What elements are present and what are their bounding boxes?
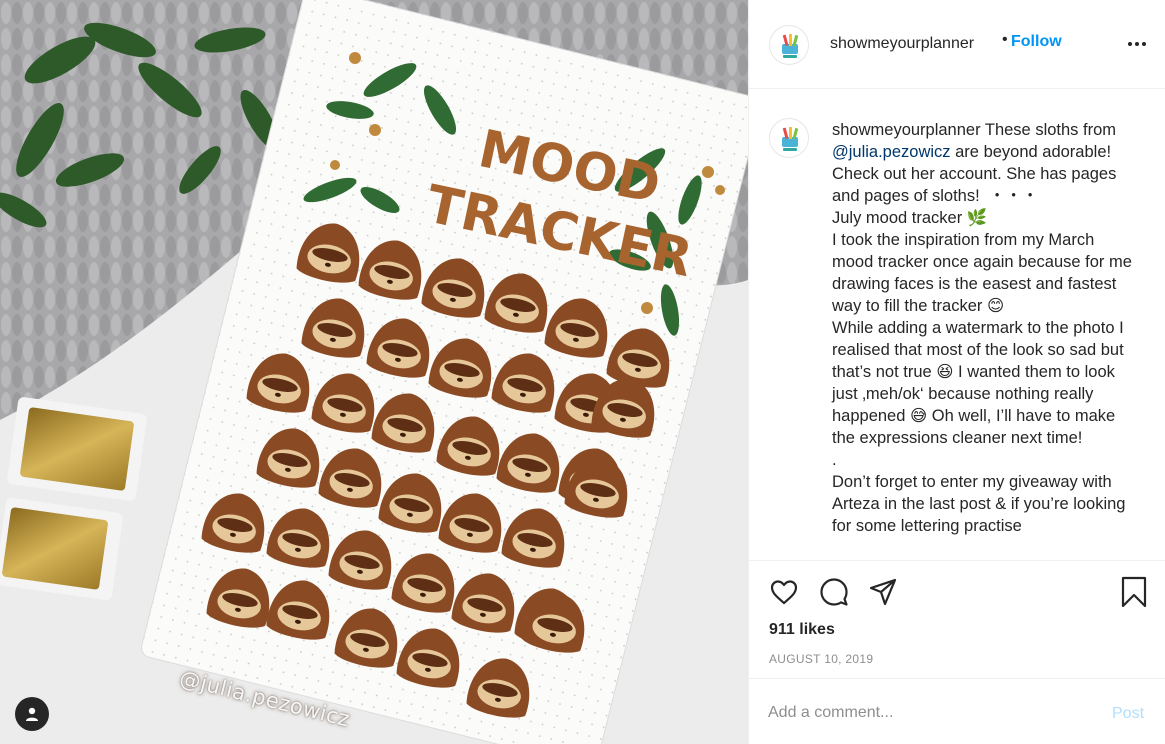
comment-box: Post [749,678,1165,744]
planner-logo-icon [782,127,799,151]
likes-count[interactable]: 911 likes [769,621,835,639]
caption-intro: These sloths from [980,121,1121,139]
caption-body: are beyond adorable! Check out her accou… [832,143,1132,535]
planner-logo-icon [782,34,799,58]
heart-icon[interactable] [768,576,800,608]
person-icon [26,707,38,721]
caption-mention-link[interactable]: @julia.pezowicz [832,143,951,161]
caption-area: showmeyourplanner These sloths from @jul… [749,90,1165,560]
post-date[interactable]: AUGUST 10, 2019 [769,652,873,666]
avatar[interactable] [769,25,809,65]
post-panel: showmeyourplanner • Follow showmeyourpla… [748,0,1165,744]
header-username[interactable]: showmeyourplanner [830,35,974,53]
caption-username[interactable]: showmeyourplanner [832,121,981,139]
post-comment-button[interactable]: Post [1112,705,1144,723]
header-separator-dot: • [1002,31,1008,48]
follow-button[interactable]: Follow [1011,33,1062,51]
more-options-button[interactable] [1125,34,1149,54]
tagged-people-button[interactable] [15,697,49,731]
post-header: showmeyourplanner • Follow [749,0,1165,89]
caption-text: showmeyourplanner These sloths from @jul… [832,119,1132,537]
ellipsis-icon [1128,42,1146,46]
comment-input[interactable] [768,699,1098,727]
caption-avatar[interactable] [769,118,809,158]
post-actions: 911 likes AUGUST 10, 2019 [749,560,1165,678]
photo-illustration: MOOD TRACKER [0,0,748,744]
comment-icon[interactable] [818,576,850,608]
bookmark-icon[interactable] [1118,576,1150,608]
post-photo[interactable]: MOOD TRACKER @julia.pezowicz [0,0,748,744]
share-icon[interactable] [867,576,899,608]
